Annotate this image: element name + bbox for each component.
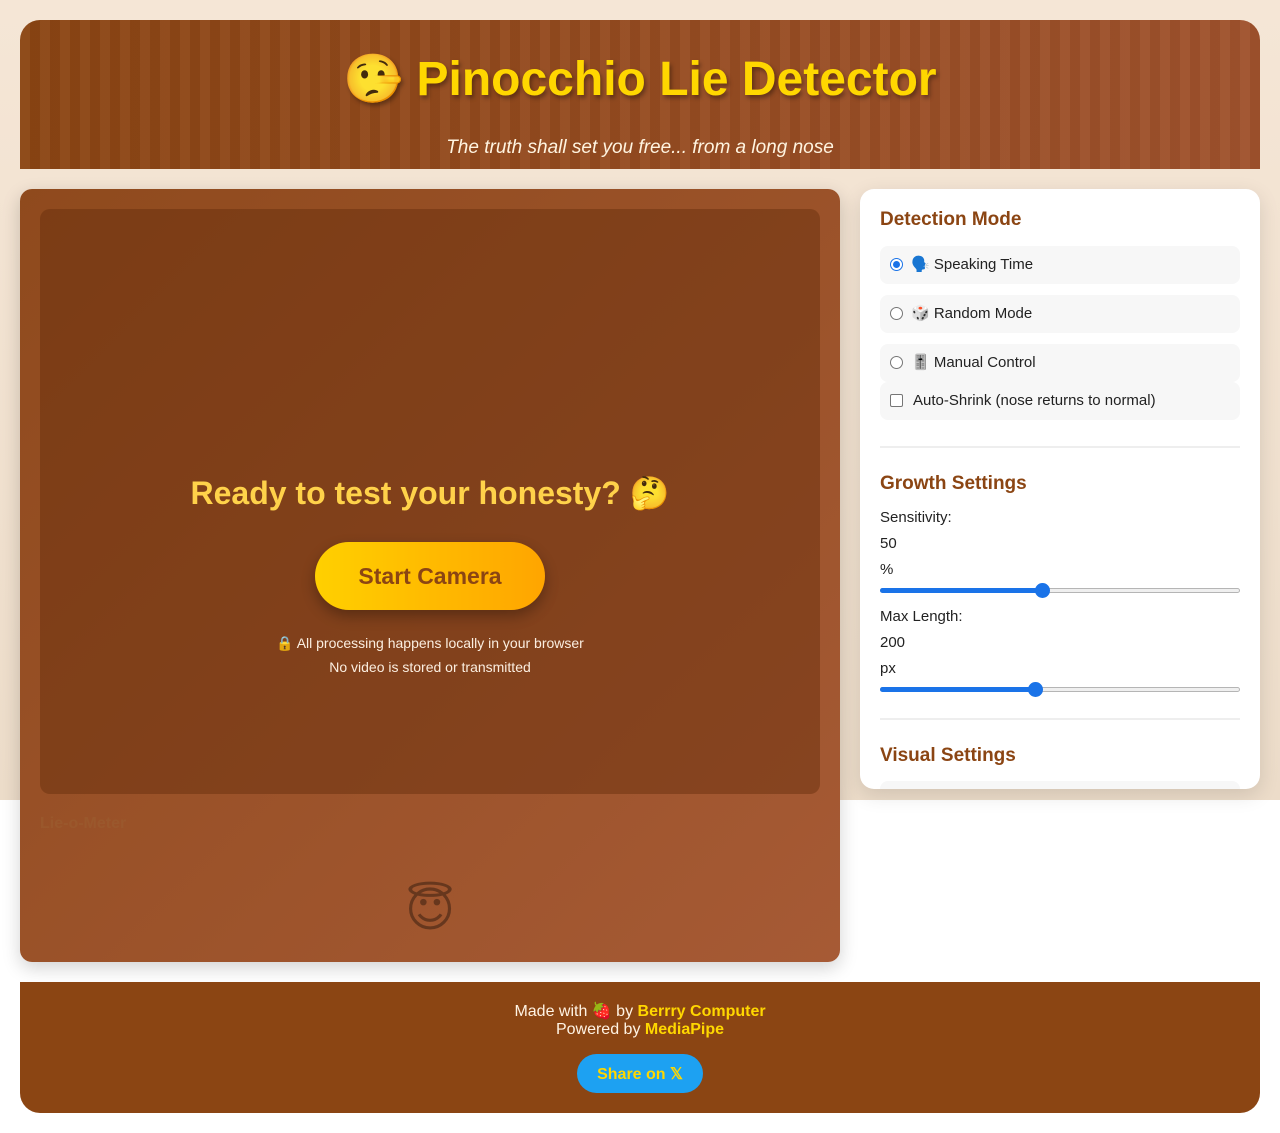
start-camera-button[interactable]: Start Camera bbox=[315, 542, 545, 610]
sensitivity-unit: % bbox=[880, 561, 894, 578]
credits-line: Made with 🍓 by Berrry Computer bbox=[20, 1003, 1260, 1021]
max-length-value: 200 bbox=[880, 634, 906, 651]
app-subtitle: The truth shall set you free... from a l… bbox=[446, 137, 834, 158]
mode-option-speaking-time[interactable]: 🗣️ Speaking Time bbox=[880, 246, 1240, 284]
visual-setting-option[interactable] bbox=[880, 781, 1240, 789]
sensitivity-label: Sensitivity: bbox=[880, 509, 952, 526]
ready-title: Ready to test your honesty? 🤔 bbox=[190, 475, 670, 511]
app-title: 🤥 Pinocchio Lie Detector bbox=[343, 53, 937, 106]
made-with-text: Made with 🍓 by bbox=[514, 1003, 634, 1020]
privacy-notice: 🔒 All processing happens locally in your… bbox=[40, 631, 820, 679]
mediapipe-link[interactable]: MediaPipe bbox=[645, 1021, 724, 1038]
mode-label-speaking-time: 🗣️ Speaking Time bbox=[911, 256, 1034, 273]
camera-view: Ready to test your honesty? 🤔 Start Came… bbox=[40, 209, 820, 794]
section-divider bbox=[880, 446, 1240, 448]
growth-settings-title: Growth Settings bbox=[880, 473, 1027, 494]
mode-label-random: 🎲 Random Mode bbox=[911, 305, 1033, 322]
page-footer: Made with 🍓 by Berrry Computer Powered b… bbox=[20, 982, 1260, 1113]
settings-panel: Detection Mode 🗣️ Speaking Time 🎲 Random… bbox=[860, 189, 1260, 789]
privacy-line-storage: No video is stored or transmitted bbox=[329, 659, 531, 675]
radio-random[interactable] bbox=[890, 307, 903, 320]
slider-fill bbox=[880, 588, 1042, 593]
powered-by-text: Powered by bbox=[555, 1021, 641, 1038]
auto-shrink-option[interactable]: Auto-Shrink (nose returns to normal) bbox=[880, 382, 1240, 420]
berrry-computer-link[interactable]: Berrry Computer bbox=[638, 1003, 766, 1020]
slider-thumb[interactable] bbox=[1035, 583, 1050, 598]
sensitivity-value: 50 bbox=[880, 535, 897, 552]
radio-speaking-time[interactable] bbox=[890, 258, 903, 271]
angel-face-icon: 😇 bbox=[404, 884, 456, 937]
max-length-unit: px bbox=[880, 660, 896, 677]
share-on-x-button[interactable]: Share on 𝕏 bbox=[577, 1054, 703, 1093]
max-length-label: Max Length: bbox=[880, 608, 963, 625]
auto-shrink-label: Auto-Shrink (nose returns to normal) bbox=[913, 392, 1156, 409]
auto-shrink-checkbox[interactable] bbox=[890, 394, 903, 407]
sensitivity-slider[interactable] bbox=[880, 583, 1240, 599]
app-header: 🤥 Pinocchio Lie Detector The truth shall… bbox=[20, 20, 1260, 169]
visual-settings-title: Visual Settings bbox=[880, 745, 1016, 766]
slider-thumb[interactable] bbox=[1028, 682, 1043, 697]
lie-o-meter-label: Lie-o-Meter bbox=[40, 815, 127, 832]
privacy-line-local: 🔒 All processing happens locally in your… bbox=[276, 635, 584, 651]
mode-option-manual[interactable]: 🎚️ Manual Control bbox=[880, 344, 1240, 382]
max-length-slider[interactable] bbox=[880, 682, 1240, 698]
slider-fill bbox=[880, 687, 1035, 692]
mode-option-random[interactable]: 🎲 Random Mode bbox=[880, 295, 1240, 333]
mode-label-manual: 🎚️ Manual Control bbox=[911, 354, 1036, 371]
radio-manual[interactable] bbox=[890, 356, 903, 369]
powered-by-line: Powered by MediaPipe bbox=[20, 1021, 1260, 1039]
detection-mode-title: Detection Mode bbox=[880, 209, 1022, 230]
section-divider bbox=[880, 718, 1240, 720]
detector-panel: Ready to test your honesty? 🤔 Start Came… bbox=[20, 189, 840, 962]
